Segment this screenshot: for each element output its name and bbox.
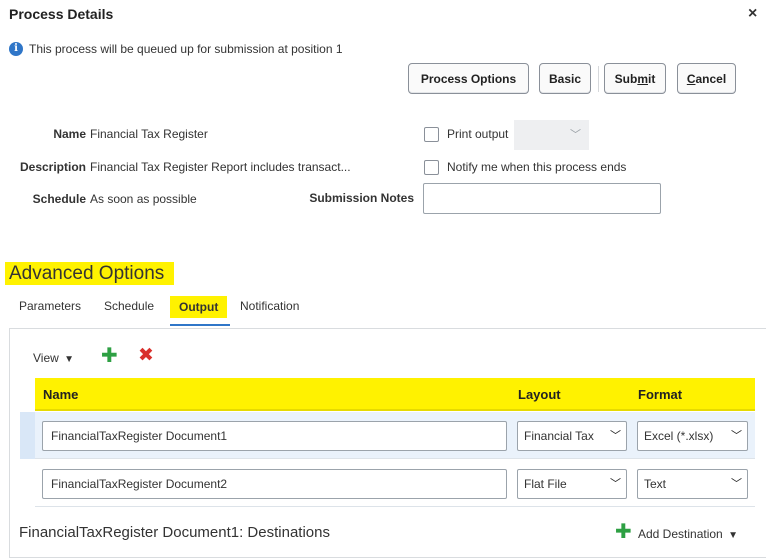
view-menu-label: View	[33, 351, 59, 365]
add-destination-menu[interactable]: Add Destination ▼	[638, 527, 738, 541]
destinations-heading: FinancialTaxRegister Document1: Destinat…	[19, 524, 330, 541]
chevron-down-icon: ﹀	[570, 129, 581, 141]
notify-label: Notify me when this process ends	[447, 160, 627, 174]
print-output-label: Print output	[447, 127, 509, 141]
plus-icon[interactable]: ✚	[615, 522, 632, 542]
chevron-down-icon: ﹀	[731, 478, 742, 490]
submit-label-start: Sub	[614, 71, 638, 86]
document-name-input[interactable]: FinancialTaxRegister Document1	[42, 421, 507, 451]
info-message: This process will be queued up for submi…	[29, 42, 343, 56]
submit-mnemonic: m	[637, 71, 648, 86]
submit-label-end: it	[648, 71, 656, 86]
layout-select-value: Flat File	[524, 477, 567, 491]
chevron-down-icon: ﹀	[610, 478, 621, 490]
close-icon[interactable]: ×	[748, 5, 757, 23]
name-label: Name	[53, 127, 86, 141]
layout-select[interactable]: Flat File ﹀	[517, 469, 627, 499]
print-output-checkbox[interactable]	[424, 127, 439, 142]
schedule-value: As soon as possible	[90, 192, 197, 206]
view-menu[interactable]: View ▼	[33, 351, 74, 365]
layout-select[interactable]: Financial Tax ﹀	[517, 421, 627, 451]
basic-button[interactable]: Basic	[539, 63, 591, 94]
column-header-name[interactable]: Name	[43, 387, 78, 402]
format-select-value: Excel (*.xlsx)	[644, 429, 714, 443]
caret-down-icon: ▼	[64, 354, 75, 365]
button-divider	[598, 66, 599, 92]
tab-schedule[interactable]: Schedule	[104, 299, 154, 313]
row-selection-marker	[20, 412, 36, 459]
column-header-layout[interactable]: Layout	[518, 387, 561, 402]
format-select[interactable]: Text ﹀	[637, 469, 748, 499]
format-select[interactable]: Excel (*.xlsx) ﹀	[637, 421, 748, 451]
dialog-title: Process Details	[9, 6, 114, 22]
submission-notes-label: Submission Notes	[309, 191, 414, 205]
description-value: Financial Tax Register Report includes t…	[90, 160, 351, 174]
tab-output[interactable]: Output	[170, 296, 228, 318]
plus-icon[interactable]: ✚	[101, 346, 118, 366]
caret-down-icon: ▼	[728, 530, 738, 541]
layout-select-value: Financial Tax	[524, 429, 594, 443]
name-value: Financial Tax Register	[90, 127, 208, 141]
tab-output-indicator	[170, 324, 230, 326]
print-output-select[interactable]: ﹀	[514, 120, 589, 150]
chevron-down-icon: ﹀	[731, 430, 742, 442]
info-icon: i	[9, 42, 23, 56]
notify-checkbox[interactable]	[424, 160, 439, 175]
tab-parameters[interactable]: Parameters	[19, 299, 81, 313]
document-name-input[interactable]: FinancialTaxRegister Document2	[42, 469, 507, 499]
cancel-button[interactable]: Cancel	[677, 63, 736, 94]
column-header-format[interactable]: Format	[638, 387, 682, 402]
cancel-label-end: ancel	[695, 71, 727, 86]
submit-button[interactable]: Submit	[604, 63, 666, 94]
advanced-options-heading: Advanced Options	[5, 262, 175, 285]
process-options-button[interactable]: Process Options	[408, 63, 529, 94]
chevron-down-icon: ﹀	[610, 430, 621, 442]
description-label: Description	[19, 160, 86, 174]
format-select-value: Text	[644, 477, 667, 491]
submission-notes-input[interactable]	[423, 183, 661, 214]
add-destination-label: Add Destination	[638, 527, 723, 541]
delete-icon[interactable]: ✖	[138, 346, 154, 365]
tab-notification[interactable]: Notification	[240, 299, 299, 313]
schedule-label: Schedule	[32, 192, 86, 206]
